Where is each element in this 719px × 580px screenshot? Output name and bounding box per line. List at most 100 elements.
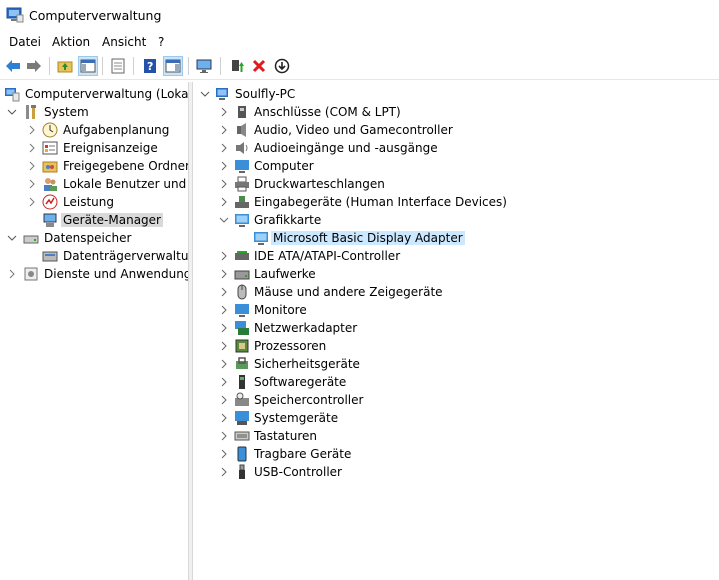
device-category[interactable]: Laufwerke <box>193 265 719 283</box>
tree-item-datentraegerverwaltung[interactable]: Datenträgerverwaltung <box>0 247 188 265</box>
tree-item-dienste[interactable]: Dienste und Anwendungen <box>0 265 188 283</box>
chevron-down-icon[interactable] <box>7 107 17 117</box>
tools-icon <box>26 105 36 119</box>
chevron-down-icon[interactable] <box>7 233 17 243</box>
tree-item-leistung[interactable]: Leistung <box>0 193 188 211</box>
device-category[interactable]: Computer <box>193 157 719 175</box>
device-category-label: Computer <box>254 159 314 173</box>
properties-button[interactable] <box>108 56 128 76</box>
device-category[interactable]: Tastaturen <box>193 427 719 445</box>
device-category[interactable]: Systemgeräte <box>193 409 719 427</box>
chevron-right-icon[interactable] <box>219 143 229 153</box>
chevron-right-icon[interactable] <box>219 323 229 333</box>
back-icon <box>6 60 20 72</box>
device-category[interactable]: Sicherheitsgeräte <box>193 355 719 373</box>
chevron-right-icon[interactable] <box>219 449 229 459</box>
disable-device-button[interactable] <box>272 56 292 76</box>
device-item-display-adapter[interactable]: Microsoft Basic Display Adapter <box>193 229 719 247</box>
tree-item-geraete-manager[interactable]: Geräte-Manager <box>0 211 188 229</box>
back-button[interactable] <box>3 56 23 76</box>
device-category[interactable]: Tragbare Geräte <box>193 445 719 463</box>
device-category[interactable]: USB-Controller <box>193 463 719 481</box>
uninstall-button[interactable] <box>249 56 269 76</box>
device-category[interactable]: Speichercontroller <box>193 391 719 409</box>
tree-label: Ereignisanzeige <box>63 141 158 155</box>
chevron-right-icon[interactable] <box>27 143 37 153</box>
menu-bar: Datei Aktion Ansicht ? <box>0 31 719 53</box>
chevron-right-icon[interactable] <box>219 269 229 279</box>
device-category-label: Grafikkarte <box>254 213 322 227</box>
tree-item-root[interactable]: Computerverwaltung (Lokal) <box>0 85 188 103</box>
tree-item-lokale-benutzer[interactable]: Lokale Benutzer und Gru <box>0 175 188 193</box>
chevron-right-icon[interactable] <box>27 179 37 189</box>
chevron-right-icon[interactable] <box>219 413 229 423</box>
chevron-right-icon[interactable] <box>219 161 229 171</box>
tree-item-aufgabenplanung[interactable]: Aufgabenplanung <box>0 121 188 139</box>
keyboard-icon <box>234 431 250 441</box>
users-icon <box>44 178 57 191</box>
device-category[interactable]: Eingabegeräte (Human Interface Devices) <box>193 193 719 211</box>
tree-item-system[interactable]: System <box>0 103 188 121</box>
scan-hardware-button[interactable] <box>195 56 215 76</box>
device-category[interactable]: Audioeingänge und -ausgänge <box>193 139 719 157</box>
tree-item-ereignisanzeige[interactable]: Ereignisanzeige <box>0 139 188 157</box>
device-category[interactable]: Softwaregeräte <box>193 373 719 391</box>
device-category[interactable]: Prozessoren <box>193 337 719 355</box>
display-adapter-icon <box>254 232 268 245</box>
usb-icon <box>239 464 245 479</box>
chevron-right-icon[interactable] <box>219 125 229 135</box>
device-category-label: Audio, Video und Gamecontroller <box>254 123 453 137</box>
device-category[interactable]: Netzwerkadapter <box>193 319 719 337</box>
chevron-right-icon[interactable] <box>7 269 17 279</box>
computer-management-icon <box>5 88 20 102</box>
chevron-right-icon[interactable] <box>219 359 229 369</box>
update-driver-button[interactable] <box>227 56 247 76</box>
menu-help[interactable]: ? <box>158 35 164 49</box>
device-category[interactable]: Mäuse und andere Zeigegeräte <box>193 283 719 301</box>
chevron-right-icon[interactable] <box>219 251 229 261</box>
menu-aktion[interactable]: Aktion <box>52 35 90 49</box>
device-category[interactable]: Audio, Video und Gamecontroller <box>193 121 719 139</box>
chevron-right-icon[interactable] <box>219 107 229 117</box>
chevron-right-icon[interactable] <box>219 287 229 297</box>
device-category[interactable]: Monitore <box>193 301 719 319</box>
device-category[interactable]: IDE ATA/ATAPI-Controller <box>193 247 719 265</box>
show-hide-tree-button[interactable] <box>78 56 98 76</box>
chevron-right-icon[interactable] <box>219 341 229 351</box>
menu-datei[interactable]: Datei <box>9 35 41 49</box>
chevron-right-icon[interactable] <box>219 467 229 477</box>
storage-controller-icon <box>235 392 249 406</box>
device-category-label: Audioeingänge und -ausgänge <box>254 141 438 155</box>
system-device-icon <box>235 411 249 425</box>
network-adapter-icon <box>235 321 249 335</box>
services-icon <box>24 267 38 281</box>
tree-label: Freigegebene Ordner <box>63 159 188 173</box>
chevron-right-icon[interactable] <box>27 161 37 171</box>
toolbar: ? <box>0 53 719 80</box>
chevron-down-icon[interactable] <box>219 215 229 225</box>
chevron-right-icon[interactable] <box>27 125 37 135</box>
tree-item-datenspeicher[interactable]: Datenspeicher <box>0 229 188 247</box>
device-category[interactable]: Druckwarteschlangen <box>193 175 719 193</box>
chevron-right-icon[interactable] <box>219 305 229 315</box>
tree-label: Leistung <box>63 195 114 209</box>
chevron-right-icon[interactable] <box>219 377 229 387</box>
device-category-label: Softwaregeräte <box>254 375 347 389</box>
action-pane-button[interactable] <box>163 56 183 76</box>
menu-ansicht[interactable]: Ansicht <box>102 35 146 49</box>
device-category[interactable]: Grafikkarte <box>193 211 719 229</box>
chevron-down-icon[interactable] <box>200 89 210 99</box>
help-button[interactable]: ? <box>140 56 160 76</box>
chevron-right-icon[interactable] <box>27 197 37 207</box>
chevron-right-icon[interactable] <box>219 395 229 405</box>
chevron-right-icon[interactable] <box>219 431 229 441</box>
chevron-right-icon[interactable] <box>219 179 229 189</box>
device-category-label: Druckwarteschlangen <box>254 177 385 191</box>
device-root[interactable]: Soulfly-PC <box>193 85 719 103</box>
forward-button[interactable] <box>24 56 44 76</box>
chevron-right-icon[interactable] <box>219 197 229 207</box>
up-folder-button[interactable] <box>55 56 75 76</box>
tree-item-freigegebene-ordner[interactable]: Freigegebene Ordner <box>0 157 188 175</box>
device-category-label: IDE ATA/ATAPI-Controller <box>254 249 401 263</box>
device-category[interactable]: Anschlüsse (COM & LPT) <box>193 103 719 121</box>
